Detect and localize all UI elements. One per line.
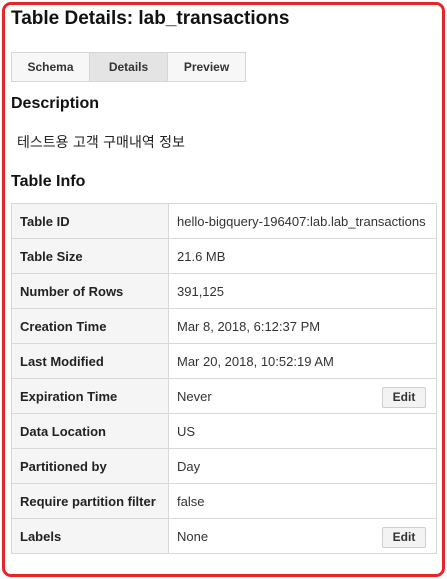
table-row: Data Location US [11,413,437,449]
row-value-require-partition-filter: false [168,483,437,519]
table-row: Table ID hello-bigquery-196407:lab.lab_t… [11,203,437,239]
table-row: Last Modified Mar 20, 2018, 10:52:19 AM [11,343,437,379]
tab-schema[interactable]: Schema [12,53,90,81]
row-key-table-size: Table Size [11,238,169,274]
row-value-expiration-time-cell: Never Edit [168,378,437,414]
page-title: Table Details: lab_transactions [11,8,290,29]
table-row: Number of Rows 391,125 [11,273,437,309]
table-row: Creation Time Mar 8, 2018, 6:12:37 PM [11,308,437,344]
row-key-data-location: Data Location [11,413,169,449]
row-value-last-modified: Mar 20, 2018, 10:52:19 AM [168,343,437,379]
row-key-number-of-rows: Number of Rows [11,273,169,309]
row-value-labels-cell: None Edit [168,518,437,554]
tab-bar: Schema Details Preview [11,52,246,82]
row-value-expiration-time: Never [177,388,212,404]
row-key-creation-time: Creation Time [11,308,169,344]
table-row: Require partition filter false [11,483,437,519]
table-row: Table Size 21.6 MB [11,238,437,274]
tab-details[interactable]: Details [90,53,168,81]
row-value-labels: None [177,528,209,544]
tab-preview[interactable]: Preview [168,53,245,81]
row-value-creation-time: Mar 8, 2018, 6:12:37 PM [168,308,437,344]
row-value-table-id: hello-bigquery-196407:lab.lab_transactio… [168,203,437,239]
row-key-labels: Labels [11,518,169,554]
row-value-number-of-rows: 391,125 [168,273,437,309]
table-row: Expiration Time Never Edit [11,378,437,414]
row-key-expiration-time: Expiration Time [11,378,169,414]
row-value-table-size: 21.6 MB [168,238,437,274]
row-key-last-modified: Last Modified [11,343,169,379]
edit-expiration-button[interactable]: Edit [382,387,426,408]
row-key-partitioned-by: Partitioned by [11,448,169,484]
row-value-data-location: US [168,413,437,449]
description-text: 테스트용 고객 구매내역 정보 [17,135,185,151]
table-row: Partitioned by Day [11,448,437,484]
row-key-table-id: Table ID [11,203,169,239]
table-info: Table ID hello-bigquery-196407:lab.lab_t… [11,203,437,554]
table-row: Labels None Edit [11,518,437,554]
edit-labels-button[interactable]: Edit [382,527,426,548]
description-heading: Description [11,95,100,112]
row-key-require-partition-filter: Require partition filter [11,483,169,519]
row-value-partitioned-by: Day [168,448,437,484]
table-info-heading: Table Info [11,173,86,190]
